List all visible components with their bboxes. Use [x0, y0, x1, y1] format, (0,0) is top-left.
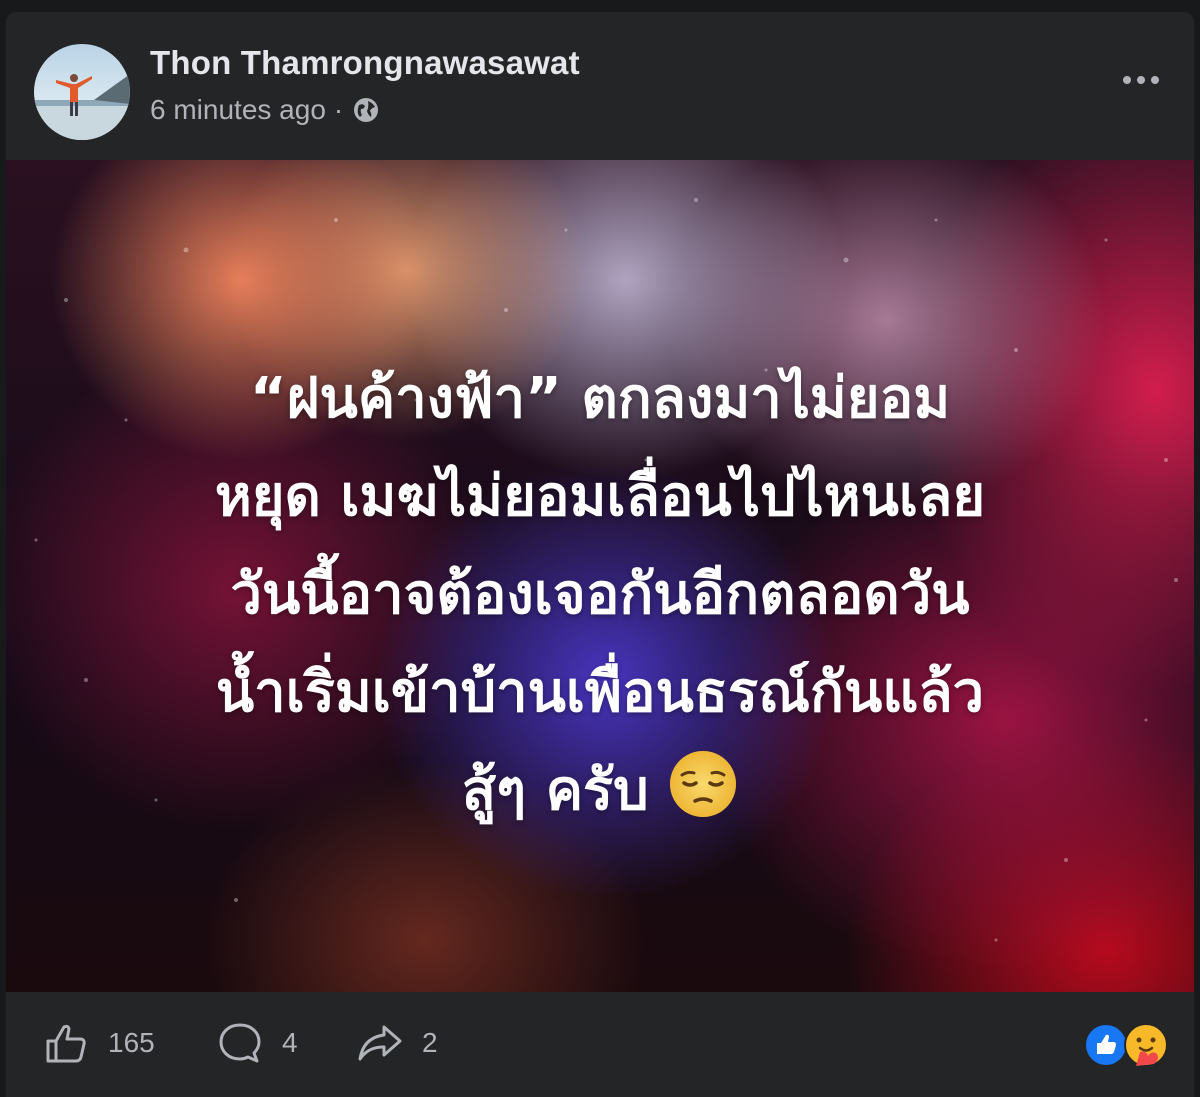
post-card: Thon Thamrongnawasawat 6 minutes ago · “…: [6, 12, 1194, 1097]
post-time[interactable]: 6 minutes ago: [150, 94, 326, 126]
meta-separator: ·: [333, 94, 344, 125]
care-reaction-icon: [1124, 1023, 1168, 1067]
reaction-summary[interactable]: [1084, 1022, 1174, 1068]
more-options-icon[interactable]: [1116, 62, 1166, 98]
share-count: 2: [422, 1027, 438, 1058]
text-line-5-wrap: สู้ๆ ครับ: [46, 742, 1154, 840]
text-line-3: วันนี้อาจต้องเจอกันอีกตลอดวัน: [230, 562, 970, 627]
share-icon: [358, 1025, 402, 1061]
like-icon: [46, 1024, 86, 1063]
like-reaction-icon: [1084, 1023, 1128, 1067]
text-line-4: น้ำเริ่มเข้าบ้านเพื่อนธรณ์กันแล้ว: [215, 660, 985, 725]
text-line-5: สู้ๆ ครับ: [461, 758, 649, 823]
comment-icon: [219, 1023, 261, 1063]
comment-count: 4: [282, 1027, 298, 1058]
post-footer: 165 4 2: [6, 992, 1194, 1097]
post-image[interactable]: “ฝนค้างฟ้า” ตกลงมาไม่ยอม หยุด เมฆไม่ยอมเ…: [6, 160, 1194, 992]
share-button[interactable]: 2: [356, 1018, 438, 1068]
post-meta: 6 minutes ago ·: [150, 94, 381, 126]
post-header: Thon Thamrongnawasawat 6 minutes ago ·: [6, 12, 1194, 160]
text-line-1: “ฝนค้างฟ้า” ตกลงมาไม่ยอม: [249, 366, 951, 431]
like-button[interactable]: 165: [42, 1018, 155, 1068]
post-image-text: “ฝนค้างฟ้า” ตกลงมาไม่ยอม หยุด เมฆไม่ยอมเ…: [46, 350, 1154, 840]
author-avatar[interactable]: [34, 44, 130, 140]
text-line-2: หยุด เมฆไม่ยอมเลื่อนไปไหนเลย: [214, 464, 986, 529]
globe-icon[interactable]: [351, 95, 381, 125]
like-count: 165: [108, 1027, 155, 1058]
author-name[interactable]: Thon Thamrongnawasawat: [150, 44, 580, 82]
comment-button[interactable]: 4: [216, 1018, 298, 1068]
pensive-face-icon: [668, 749, 738, 819]
